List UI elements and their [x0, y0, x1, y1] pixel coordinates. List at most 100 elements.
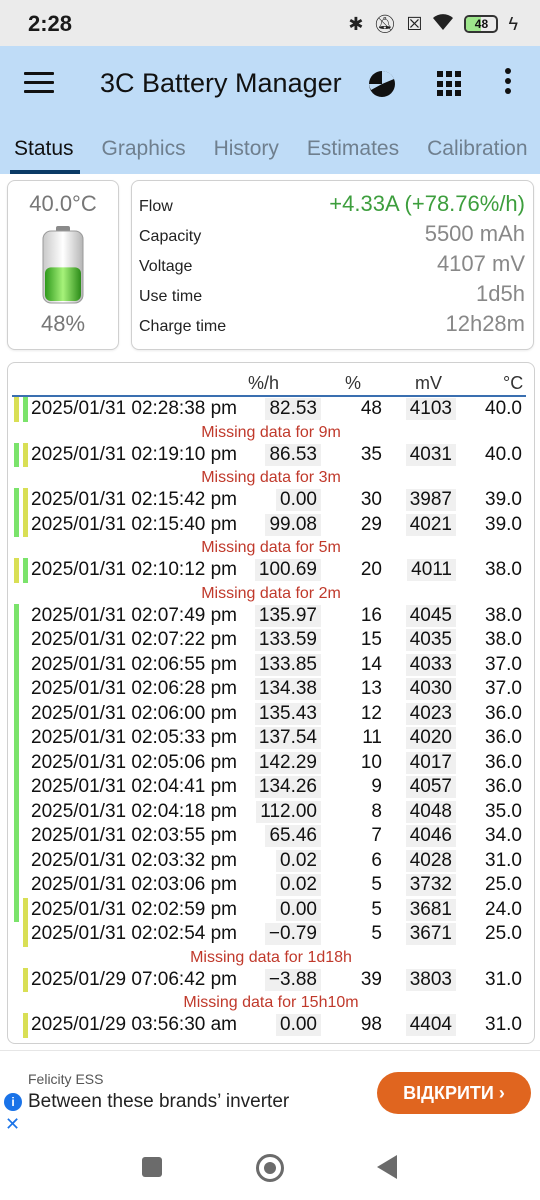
battery-large-icon [39, 225, 87, 305]
info-row-charge-time: Charge time 12h28m [139, 311, 525, 341]
charging-indicator [23, 397, 28, 422]
row-rate: 135.97 [254, 604, 321, 627]
row-percent: 30 [360, 489, 382, 510]
info-label: Capacity [139, 228, 202, 245]
pie-chart-button[interactable] [366, 68, 398, 100]
info-icon[interactable]: i [4, 1093, 22, 1111]
battery-icon: 48 [464, 15, 499, 33]
recents-button[interactable] [142, 1157, 162, 1177]
ad-advertiser: Felicity ESS [28, 1071, 104, 1087]
table-row[interactable]: 2025/01/31 02:07:49 pm 135.97 16 4045 38.0 [8, 603, 534, 628]
row-temperature: 31.0 [485, 1014, 522, 1035]
home-button[interactable] [256, 1154, 284, 1182]
table-row[interactable]: 2025/01/31 02:04:18 pm 112.00 8 4048 35.0 [8, 799, 534, 824]
clock: 2:28 [28, 11, 73, 36]
close-icon[interactable]: ✕ [5, 1114, 20, 1135]
discharging-indicator [23, 1013, 28, 1038]
discharging-indicator [23, 922, 28, 947]
row-voltage: 4021 [405, 513, 456, 536]
ad-headline: Between these brands’ inverter [28, 1091, 290, 1112]
row-voltage: 4048 [405, 800, 456, 823]
charging-indicator [14, 750, 19, 775]
app-bar: 3C Battery Manager [0, 46, 540, 124]
missing-data-note: Missing data for 9m [201, 423, 341, 441]
charging-indicator [14, 701, 19, 726]
tab-estimates[interactable]: Estimates [307, 124, 399, 174]
row-date: 2025/01/31 02:06:55 pm [31, 653, 238, 675]
battery-info-card: Flow +4.33A (+78.76%/h) Capacity 5500 mA… [131, 180, 534, 350]
charging-indicator [14, 848, 19, 873]
table-row[interactable]: 2025/01/31 02:06:00 pm 135.43 12 4023 36.0 [8, 701, 534, 726]
tab-calibration[interactable]: Calibration [427, 124, 527, 174]
row-percent: 11 [362, 727, 382, 748]
row-rate: −3.88 [264, 968, 321, 991]
discharging-indicator [23, 488, 28, 513]
row-percent: 16 [360, 604, 382, 626]
row-temperature: 25.0 [485, 923, 522, 944]
battery-card: 40.0°C 48% [7, 180, 119, 350]
row-voltage: 4017 [405, 751, 456, 774]
back-button[interactable] [377, 1155, 397, 1179]
ad-open-button[interactable]: ВІДКРИТИ › [377, 1072, 531, 1114]
missing-data-note: Missing data for 3m [201, 469, 341, 486]
tab-history[interactable]: History [214, 124, 279, 174]
menu-button[interactable] [24, 72, 54, 96]
table-row[interactable]: 2025/01/31 02:03:06 pm 0.02 5 3732 25.0 [8, 873, 534, 898]
info-label: Charge time [139, 318, 227, 335]
table-row[interactable]: 2025/01/29 07:06:42 pm −3.88 39 3803 31.0 [8, 967, 534, 992]
row-percent: 5 [371, 923, 382, 944]
row-rate: 0.00 [276, 898, 321, 921]
tab-status[interactable]: Status [10, 124, 80, 174]
row-date: 2025/01/31 02:05:06 pm [31, 751, 238, 773]
table-row[interactable]: 2025/01/31 02:07:22 pm 133.59 15 4035 38.0 [8, 628, 534, 653]
row-voltage: 4046 [405, 825, 456, 847]
row-percent: 48 [360, 398, 382, 419]
row-percent: 8 [371, 800, 382, 822]
table-row[interactable]: 2025/01/31 02:06:55 pm 133.85 14 4033 37.0 [8, 652, 534, 677]
row-voltage: 4035 [405, 629, 456, 651]
row-rate: 100.69 [254, 559, 321, 581]
table-row[interactable]: 2025/01/31 02:05:33 pm 137.54 11 4020 36.0 [8, 726, 534, 751]
table-row[interactable]: 2025/01/31 02:28:38 pm 82.53 48 4103 40.0 [8, 397, 534, 422]
table-body: 2025/01/31 02:28:38 pm 82.53 48 4103 40.0 Mis… [8, 397, 534, 1038]
table-row[interactable]: 2025/01/31 02:06:28 pm 134.38 13 4030 37.0 [8, 677, 534, 702]
table-row[interactable]: 2025/01/29 03:56:30 am 0.00 98 4404 31.0 [8, 1013, 534, 1038]
more-options-button[interactable] [500, 68, 516, 100]
row-percent: 35 [360, 443, 382, 465]
table-header: %/h % mV °C [12, 363, 526, 397]
table-row[interactable]: 2025/01/31 02:05:06 pm 142.29 10 4017 36.0 [8, 750, 534, 775]
table-row[interactable]: 2025/01/31 02:10:12 pm 100.69 20 4011 38.0 [8, 558, 534, 583]
table-row[interactable]: 2025/01/31 02:02:59 pm 0.00 5 3681 24.0 [8, 897, 534, 922]
discharging-indicator [14, 397, 19, 422]
row-voltage: 3732 [405, 874, 456, 896]
apps-grid-button[interactable] [437, 71, 463, 97]
battery-level: 48% [40, 311, 86, 336]
charging-indicator [14, 442, 19, 467]
tab-graphics[interactable]: Graphics [102, 124, 186, 174]
menu-icon-line [24, 90, 54, 93]
table-row[interactable]: 2025/01/31 02:19:10 pm 86.53 35 4031 40.0 [8, 442, 534, 467]
info-row-voltage: Voltage 4107 mV [139, 251, 525, 281]
ad-banner[interactable]: Felicity ESS i Between these brands’ inv… [0, 1050, 540, 1134]
table-row[interactable]: 2025/01/31 02:02:54 pm −0.79 5 3671 25.0 [8, 922, 534, 947]
table-row[interactable]: 2025/01/31 02:15:42 pm 0.00 30 3987 39.0 [8, 488, 534, 513]
discharging-indicator [23, 967, 28, 992]
row-date: 2025/01/29 07:06:42 pm [31, 968, 238, 990]
battery-level-text: 48 [474, 17, 489, 31]
menu-icon-line [24, 81, 54, 84]
charging-indicator [14, 775, 19, 800]
row-voltage: 4030 [405, 678, 456, 700]
row-rate: 82.53 [265, 398, 321, 420]
history-table[interactable]: %/h % mV °C 2025/01/31 02:28:38 pm 82.53 4… [7, 362, 535, 1044]
table-row[interactable]: 2025/01/31 02:04:41 pm 134.26 9 4057 36.0 [8, 775, 534, 800]
missing-data-note: Missing data for 1d18h [190, 948, 352, 966]
row-date: 2025/01/31 02:02:54 pm [31, 923, 238, 944]
table-row[interactable]: 2025/01/31 02:15:40 pm 99.08 29 4021 39.0 [8, 512, 534, 537]
row-temperature: 34.0 [485, 825, 522, 846]
row-voltage: 3803 [405, 968, 456, 991]
row-temperature: 25.0 [485, 874, 522, 895]
table-row[interactable]: 2025/01/31 02:03:55 pm 65.46 7 4046 34.0 [8, 824, 534, 849]
row-percent: 7 [371, 825, 382, 846]
table-row[interactable]: 2025/01/31 02:03:32 pm 0.02 6 4028 31.0 [8, 848, 534, 873]
info-value: 12h28m [445, 311, 525, 336]
